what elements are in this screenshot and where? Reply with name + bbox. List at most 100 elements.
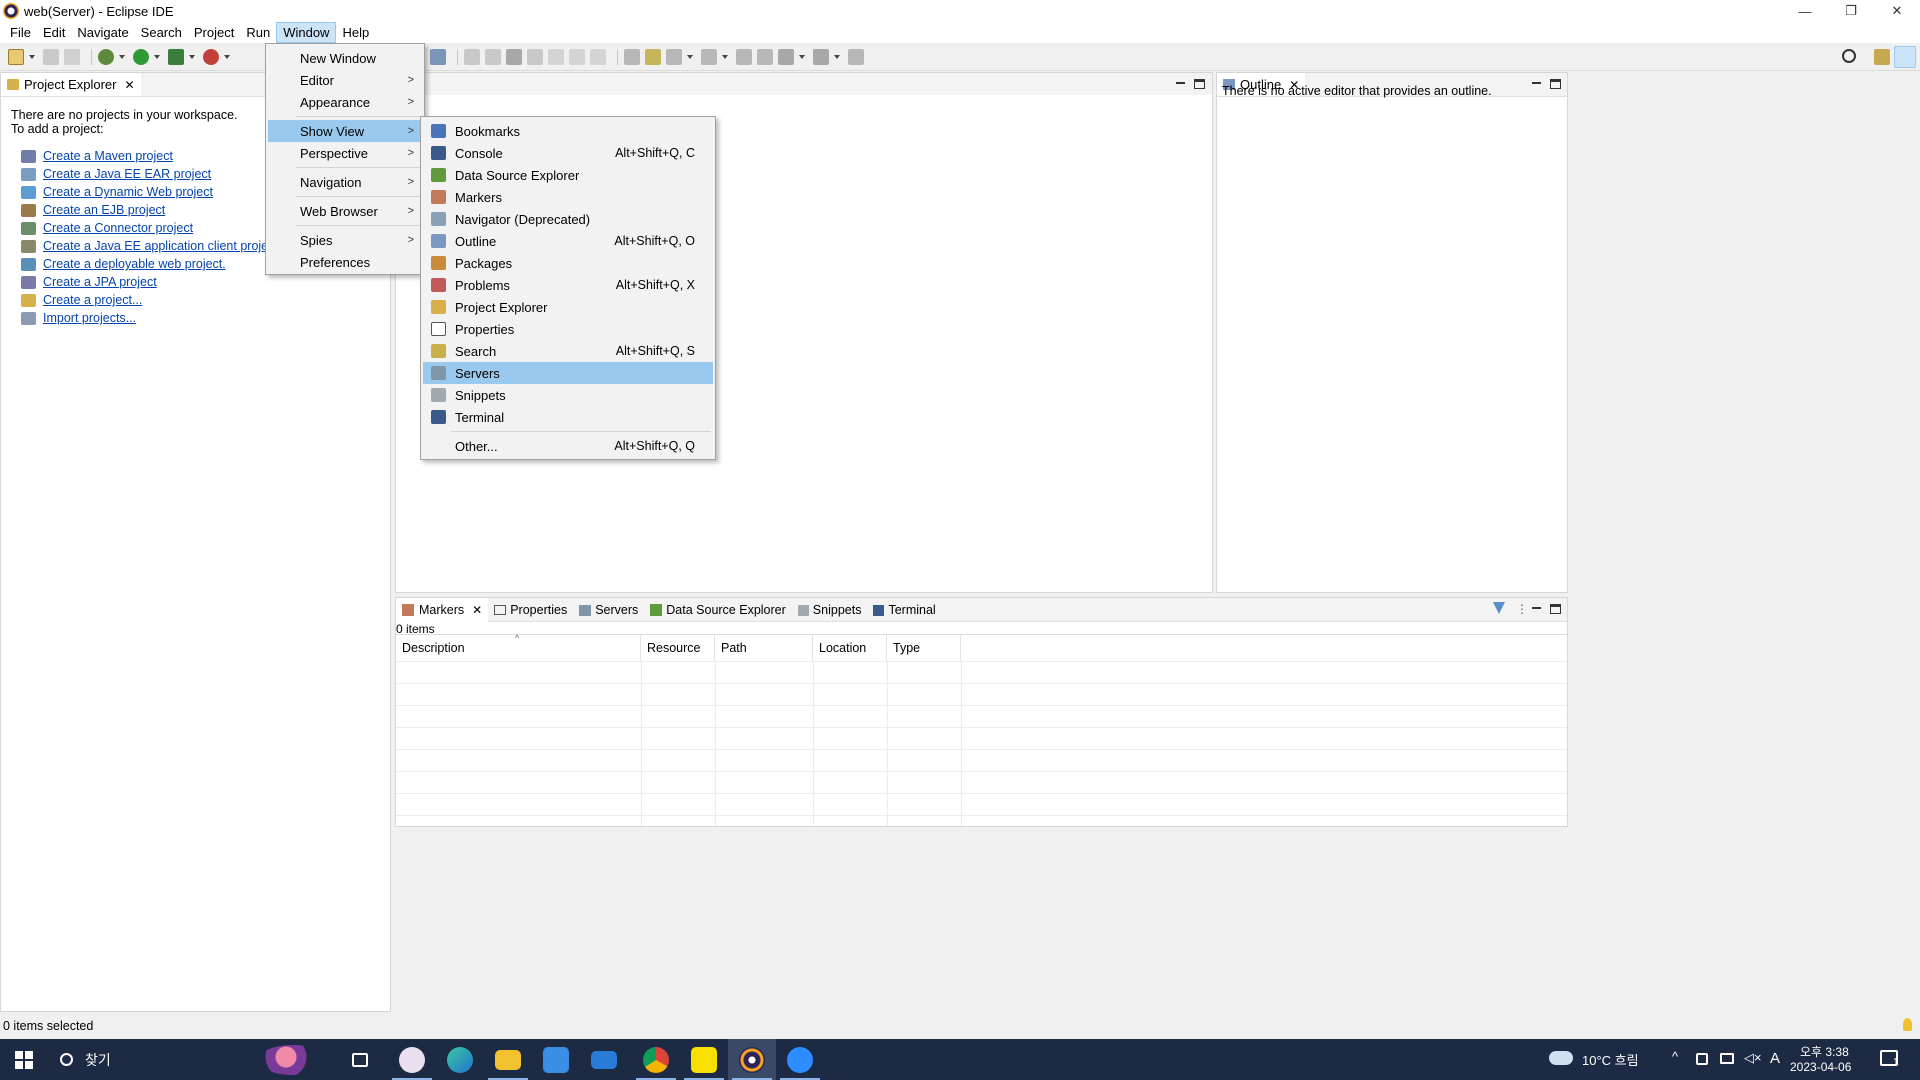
toggle-mark-occurrences-icon[interactable] [645,48,661,65]
view-menu-icon[interactable]: ⋮ [1516,602,1528,616]
menu-item-packages[interactable]: Packages [423,252,713,274]
filter-icon[interactable] [1493,602,1505,614]
last-edit-location-icon[interactable] [736,48,752,65]
chevron-down-icon[interactable] [834,54,840,59]
save-icon[interactable] [43,48,59,65]
menu-item-properties[interactable]: Properties [423,318,713,340]
close-icon[interactable]: ✕ [472,603,482,617]
tab-snippets[interactable]: Snippets [792,603,868,617]
chevron-down-icon[interactable] [799,54,805,59]
restore-button[interactable]: ❐ [1828,0,1874,22]
chevron-up-icon[interactable]: ^ [1672,1049,1678,1064]
link-create-app-client-project[interactable]: Create a Java EE application client proj… [43,239,278,253]
taskbar-app-eclipse[interactable] [728,1039,776,1080]
minimize-button[interactable]: — [1782,0,1828,22]
open-perspective-icon[interactable] [1874,49,1890,65]
taskbar-app-store[interactable] [532,1039,580,1080]
link-create-connector-project[interactable]: Create a Connector project [43,221,193,235]
toggle-word-wrap-icon[interactable] [624,48,640,65]
menu-project[interactable]: Project [188,23,240,42]
menu-item-terminal[interactable]: Terminal [423,406,713,428]
skip-breakpoints-icon[interactable] [430,48,446,65]
network-icon[interactable] [1720,1053,1734,1064]
menu-window[interactable]: Window [276,22,337,43]
column-resource[interactable]: Resource [641,635,715,661]
menu-item-bookmarks[interactable]: Bookmarks [423,120,713,142]
volume-icon[interactable]: ◁× [1744,1050,1762,1066]
link-create-dynamic-web-project[interactable]: Create a Dynamic Web project [43,185,213,199]
chevron-down-icon[interactable] [189,54,195,59]
menu-item-search[interactable]: Search Alt+Shift+Q, S [423,340,713,362]
jee-perspective-icon[interactable] [1894,46,1916,68]
taskbar-app-zoom[interactable] [776,1039,824,1080]
menu-item-project-explorer[interactable]: Project Explorer [423,296,713,318]
menu-item-snippets[interactable]: Snippets [423,384,713,406]
menu-file[interactable]: File [4,23,37,42]
menu-run[interactable]: Run [240,23,276,42]
save-all-icon[interactable] [64,48,80,65]
back-icon[interactable] [778,48,794,65]
tab-servers[interactable]: Servers [573,603,644,617]
tab-markers[interactable]: Markers ✕ [396,598,489,622]
start-button[interactable] [0,1039,48,1080]
clock-date[interactable]: 2023-04-06 [1790,1060,1851,1074]
run-icon[interactable] [133,48,149,65]
menu-item-problems[interactable]: Problems Alt+Shift+Q, X [423,274,713,296]
taskbar-search-box[interactable]: 찾기 [48,1039,338,1080]
next-annotation-icon[interactable] [666,48,682,65]
link-create-ejb-project[interactable]: Create an EJB project [43,203,165,217]
search-icon[interactable] [1842,49,1856,63]
tab-data-source-explorer[interactable]: Data Source Explorer [644,603,792,617]
external-tools-icon[interactable] [203,48,219,65]
ime-indicator[interactable]: A [1770,1050,1780,1067]
menu-item-show-view[interactable]: Show View > [268,120,422,142]
menu-item-new-window[interactable]: New Window [268,47,422,69]
minimize-view-icon[interactable] [1531,604,1542,614]
weather-text[interactable]: 10°C 흐림 [1582,1050,1639,1069]
previous-annotation-icon[interactable] [701,48,717,65]
taskbar-app-file-explorer[interactable] [484,1039,532,1080]
menu-item-web-browser[interactable]: Web Browser > [268,200,422,222]
maximize-view-icon[interactable] [1550,79,1561,89]
column-description[interactable]: Description ^ [396,633,641,661]
menu-item-navigation[interactable]: Navigation > [268,171,422,193]
chevron-down-icon[interactable] [722,54,728,59]
menu-item-appearance[interactable]: Appearance > [268,91,422,113]
link-create-project[interactable]: Create a project... [43,293,142,307]
last-edit-forward-icon[interactable] [757,48,773,65]
taskbar-app-chrome[interactable] [632,1039,680,1080]
menu-edit[interactable]: Edit [37,23,71,42]
maximize-editor-icon[interactable] [1194,79,1205,89]
minimize-view-icon[interactable] [1531,79,1542,89]
link-create-maven-project[interactable]: Create a Maven project [43,149,173,163]
menu-item-editor[interactable]: Editor > [268,69,422,91]
debug-icon[interactable] [98,48,114,65]
link-create-ear-project[interactable]: Create a Java EE EAR project [43,167,211,181]
meet-now-icon[interactable] [1696,1053,1708,1065]
taskbar-app-paint[interactable] [388,1039,436,1080]
maximize-view-icon[interactable] [1550,604,1561,614]
link-create-jpa-project[interactable]: Create a JPA project [43,275,157,289]
chevron-down-icon[interactable] [29,54,35,59]
menu-navigate[interactable]: Navigate [71,23,134,42]
menu-item-preferences[interactable]: Preferences [268,251,422,273]
forward-icon[interactable] [813,48,829,65]
chevron-down-icon[interactable] [224,54,230,59]
menu-item-outline[interactable]: Outline Alt+Shift+Q, O [423,230,713,252]
menu-item-console[interactable]: Console Alt+Shift+Q, C [423,142,713,164]
tab-terminal[interactable]: Terminal [867,603,941,617]
run-server-icon[interactable] [168,48,184,65]
column-type[interactable]: Type [887,635,961,661]
new-icon[interactable] [8,48,24,65]
column-location[interactable]: Location [813,635,887,661]
close-button[interactable]: ✕ [1874,0,1920,22]
menu-item-navigator[interactable]: Navigator (Deprecated) [423,208,713,230]
pin-editor-icon[interactable] [848,48,864,65]
minimize-editor-icon[interactable] [1175,79,1186,89]
clock-time[interactable]: 오후 3:38 [1800,1043,1849,1060]
chevron-down-icon[interactable] [154,54,160,59]
taskbar-app-mail[interactable] [580,1039,628,1080]
link-import-projects[interactable]: Import projects... [43,311,136,325]
chevron-down-icon[interactable] [119,54,125,59]
taskbar-app-edge[interactable] [436,1039,484,1080]
